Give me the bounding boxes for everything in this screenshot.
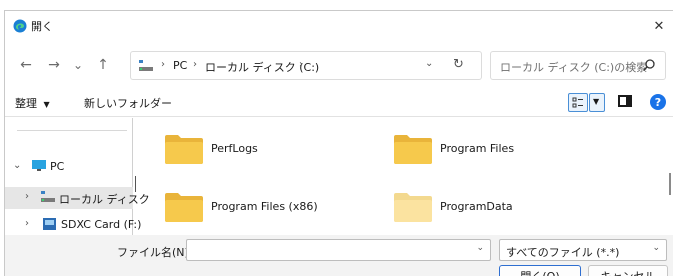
tree-item-sd-card[interactable]: › SDXC Card (F:) bbox=[5, 214, 141, 236]
chevron-right-icon[interactable]: › bbox=[25, 218, 29, 229]
chevron-down-icon: ⌄ bbox=[652, 243, 660, 253]
forward-button[interactable]: → bbox=[43, 54, 65, 76]
drive-icon bbox=[139, 60, 153, 71]
caret-down-icon: ▼ bbox=[593, 97, 600, 106]
chevron-down-icon[interactable]: ⌄ bbox=[476, 243, 484, 253]
cancel-button[interactable]: キャンセル bbox=[588, 265, 668, 276]
search-placeholder: ローカル ディスク (C:)の検索 bbox=[500, 61, 648, 74]
pc-icon bbox=[32, 160, 46, 171]
dialog-footer: ファイル名(N): ⌄ すべてのファイル (*.*) ⌄ 開く(O) キャンセル bbox=[5, 235, 673, 276]
folder-item[interactable]: Program Files bbox=[394, 132, 614, 172]
forward-arrow-icon: → bbox=[48, 57, 60, 73]
folder-name: PerfLogs bbox=[211, 142, 258, 155]
breadcrumb-separator: › bbox=[299, 59, 303, 70]
help-icon: ? bbox=[654, 95, 662, 109]
close-icon: ✕ bbox=[653, 18, 665, 34]
breadcrumb-separator: › bbox=[193, 59, 197, 70]
chevron-right-icon[interactable]: › bbox=[25, 191, 29, 202]
caret-down-icon: ▼ bbox=[43, 100, 50, 109]
folder-icon bbox=[394, 135, 432, 164]
view-options-button[interactable]: ▼ bbox=[589, 93, 605, 112]
close-button[interactable]: ✕ bbox=[645, 11, 673, 41]
folder-icon bbox=[394, 193, 432, 222]
sd-card-icon bbox=[43, 218, 56, 230]
search-box[interactable]: ローカル ディスク (C:)の検索 bbox=[490, 51, 666, 80]
navigation-bar: ← → ⌄ ↑ › PC › ローカル ディスク (C:) › ⌄ ↻ ローカル bbox=[5, 45, 673, 85]
change-view-button[interactable] bbox=[568, 93, 588, 112]
folder-item[interactable]: Program Files (x86) bbox=[165, 190, 385, 230]
help-button[interactable]: ? bbox=[650, 94, 666, 110]
open-button[interactable]: 開く(O) bbox=[499, 265, 581, 276]
tree-item-label: SDXC Card (F:) bbox=[61, 218, 142, 231]
address-dropdown-button[interactable]: ⌄ bbox=[425, 58, 433, 69]
filetype-select[interactable]: すべてのファイル (*.*) ⌄ bbox=[499, 239, 667, 261]
folder-icon bbox=[165, 193, 203, 222]
edge-browser-icon bbox=[13, 19, 27, 33]
tree-item-label: PC bbox=[50, 160, 65, 173]
new-folder-label: 新しいフォルダー bbox=[84, 97, 172, 110]
recent-locations-button[interactable]: ⌄ bbox=[67, 54, 89, 76]
title-bar: 開く ✕ bbox=[5, 11, 673, 41]
filename-label: ファイル名(N): bbox=[117, 246, 193, 259]
up-button[interactable]: ↑ bbox=[92, 54, 114, 76]
window-title: 開く bbox=[31, 20, 53, 33]
refresh-icon[interactable]: ↻ bbox=[453, 57, 464, 72]
cancel-button-label: キャンセル bbox=[601, 268, 656, 276]
drive-icon bbox=[41, 191, 55, 202]
folder-item[interactable]: PerfLogs bbox=[165, 132, 385, 172]
tree-item-label: ローカル ディスク bbox=[59, 193, 150, 206]
tree-item-pc[interactable]: ⌄ PC bbox=[5, 156, 133, 178]
quick-access-divider bbox=[17, 130, 127, 131]
folder-name: Program Files (x86) bbox=[211, 200, 318, 213]
pane-splitter[interactable] bbox=[135, 176, 136, 192]
details-view-icon bbox=[572, 97, 583, 108]
back-button[interactable]: ← bbox=[15, 54, 37, 76]
folder-name: ProgramData bbox=[440, 200, 513, 213]
open-button-label: 開く(O) bbox=[520, 268, 559, 276]
back-arrow-icon: ← bbox=[20, 57, 32, 73]
tree-item-local-disk[interactable]: › ローカル ディスク bbox=[5, 187, 150, 209]
chevron-down-icon: ⌄ bbox=[72, 58, 84, 72]
filename-input[interactable]: ⌄ bbox=[186, 239, 491, 261]
navigation-pane: ⌄ PC › ローカル ディスク › SDXC Card (F:) bbox=[5, 118, 150, 236]
folder-name: Program Files bbox=[440, 142, 515, 155]
scrollbar-thumb[interactable] bbox=[669, 173, 671, 195]
command-bar: 整理 ▼ 新しいフォルダー ▼ ? bbox=[5, 89, 673, 117]
preview-pane-icon[interactable] bbox=[618, 95, 632, 107]
breadcrumb-pc[interactable]: PC bbox=[173, 59, 187, 72]
organize-label: 整理 bbox=[15, 97, 37, 110]
file-list: PerfLogs Program Files Program Files (x8… bbox=[141, 118, 673, 235]
address-bar[interactable]: › PC › ローカル ディスク (C:) › ⌄ ↻ bbox=[130, 51, 482, 80]
chevron-down-icon[interactable]: ⌄ bbox=[13, 160, 21, 171]
organize-menu[interactable]: 整理 ▼ bbox=[15, 95, 50, 111]
search-icon bbox=[642, 59, 655, 72]
filetype-value: すべてのファイル (*.*) bbox=[506, 246, 620, 259]
new-folder-button[interactable]: 新しいフォルダー bbox=[84, 95, 172, 111]
folder-icon bbox=[165, 135, 203, 164]
folder-item[interactable]: ProgramData bbox=[394, 190, 614, 230]
open-file-dialog: 開く ✕ ← → ⌄ ↑ › PC › ローカル ディスク (C:) › ⌄ ↻… bbox=[4, 10, 673, 276]
up-arrow-icon: ↑ bbox=[97, 57, 109, 73]
breadcrumb-separator: › bbox=[161, 59, 165, 70]
